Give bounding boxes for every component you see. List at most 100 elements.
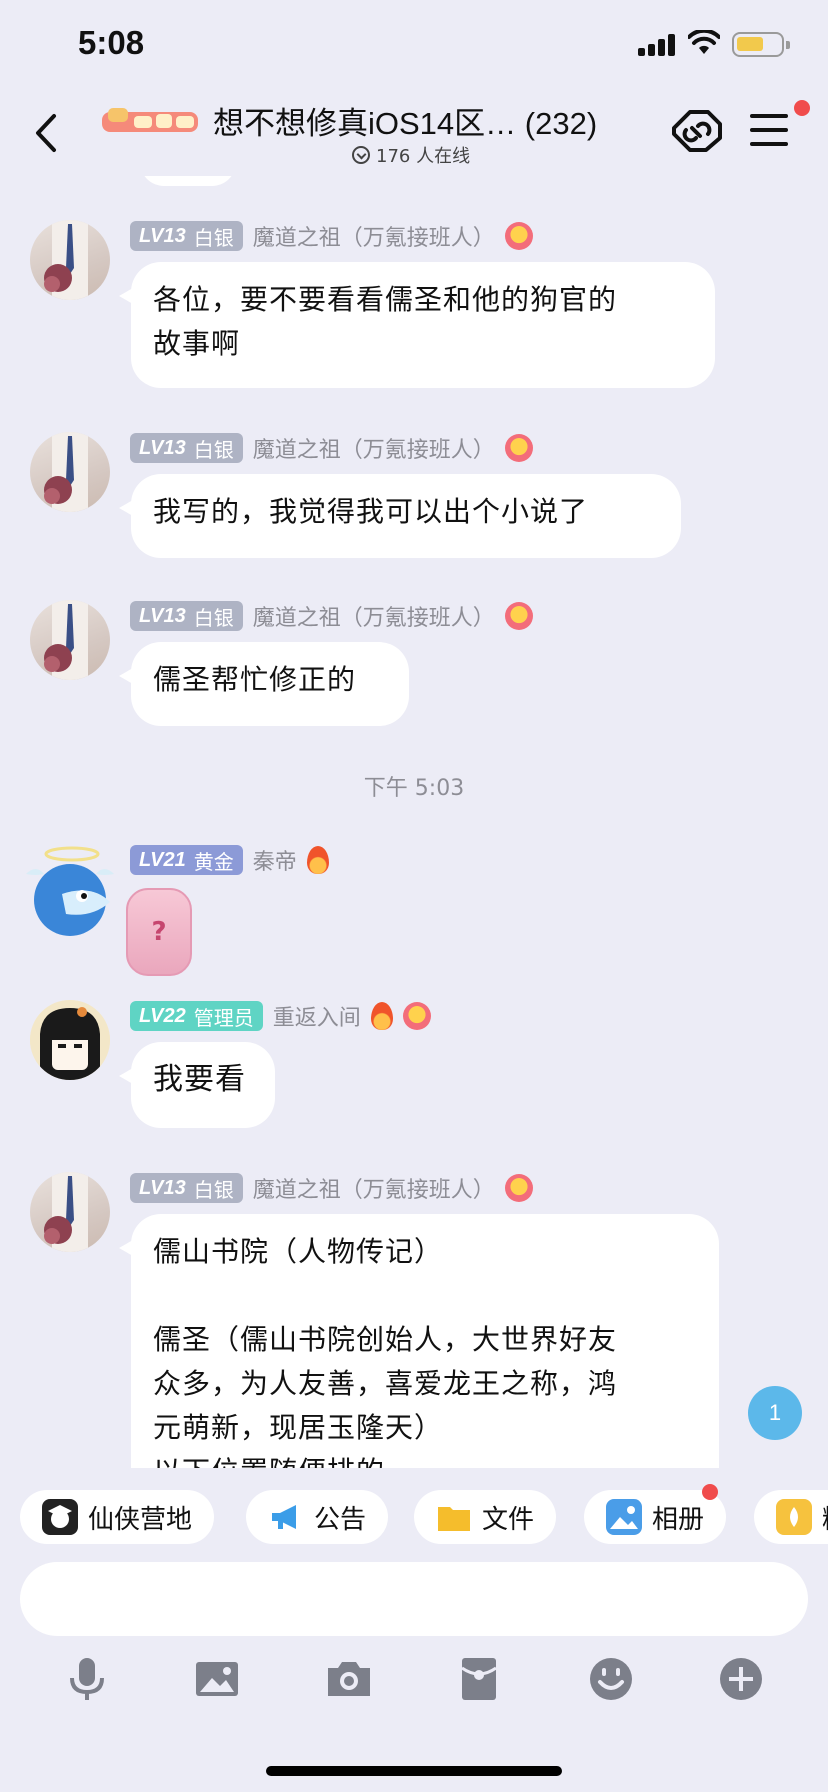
person-avatar-icon	[44, 432, 88, 512]
battery-icon	[732, 32, 790, 57]
level-badge: LV13 白银	[130, 221, 243, 251]
shortcut-files[interactable]: 文件	[414, 1490, 557, 1544]
person-avatar-icon	[44, 220, 88, 300]
shortcut-label: 相册	[652, 1504, 705, 1535]
home-indicator	[266, 1766, 562, 1776]
message-line: 众多，为人友善，喜爱龙王之称，鸿	[153, 1367, 618, 1400]
image-icon[interactable]	[192, 1654, 242, 1704]
game-logo-icon	[102, 108, 198, 132]
sender-name[interactable]: 魔道之祖（万氪接班人）	[253, 600, 495, 632]
level-badge: LV21 黄金	[130, 845, 243, 875]
level-text: LV21	[139, 848, 186, 871]
dolphin-angel-avatar-icon	[26, 846, 114, 936]
red-packet-icon[interactable]	[454, 1654, 504, 1704]
message-bubble[interactable]: 各位，要不要看看儒圣和他的狗官的 故事啊	[119, 262, 715, 388]
flower-badge-icon	[402, 1002, 431, 1030]
message-bubble[interactable]: 儒圣帮忙修正的	[119, 642, 409, 726]
flower-badge-icon	[504, 602, 533, 630]
flower-badge-icon	[504, 222, 533, 250]
input-toolbar	[0, 1646, 828, 1716]
sender-name[interactable]: 魔道之祖（万氪接班人）	[253, 432, 495, 464]
notification-dot	[794, 100, 810, 116]
person-avatar-icon	[44, 1172, 88, 1252]
sender-meta: LV13 白银 魔道之祖（万氪接班人）	[130, 1172, 533, 1204]
message-list[interactable]: LV13 白银 魔道之祖（万氪接班人） 各位，要不要看看儒圣和他的狗官的 故事啊…	[0, 176, 828, 1468]
message-line: 故事啊	[153, 327, 241, 360]
shortcut-label: 精	[822, 1499, 828, 1536]
sender-name[interactable]: 魔道之祖（万氪接班人）	[253, 1172, 495, 1204]
sender-name[interactable]: 重返入间	[273, 1000, 361, 1032]
message-line: 我要看	[153, 1062, 246, 1097]
camp-icon	[42, 1499, 78, 1535]
message-line: 以下位置随便排的	[153, 1450, 697, 1468]
avatar[interactable]	[30, 432, 110, 512]
camera-icon[interactable]	[324, 1654, 374, 1704]
flower-badge-icon	[504, 434, 533, 462]
rank-text: 管理员	[193, 1007, 254, 1030]
message-bubble[interactable]: 我要看	[119, 1042, 275, 1128]
fire-badge-icon	[370, 1002, 393, 1030]
status-time: 5:08	[78, 24, 145, 61]
back-chevron-icon[interactable]	[26, 108, 66, 158]
sender-meta: LV13 白银 魔道之祖（万氪接班人）	[130, 600, 533, 632]
shortcut-album[interactable]: 相册	[584, 1484, 727, 1544]
rank-text: 白银	[193, 439, 234, 462]
rank-text: 白银	[193, 1179, 234, 1202]
album-icon	[606, 1499, 642, 1535]
status-bar: 5:08	[0, 0, 828, 90]
anime-girl-avatar-icon	[30, 1000, 110, 1080]
sticker-message[interactable]: ?	[126, 888, 192, 976]
message-bubble[interactable]: 我写的，我觉得我可以出个小说了	[119, 474, 681, 558]
avatar[interactable]	[30, 220, 110, 300]
chat-header: 想不想修真iOS14区… (232) 176 人在线	[0, 90, 828, 176]
level-badge: LV22 管理员	[130, 1001, 263, 1031]
shortcut-label: 仙侠营地	[88, 1504, 193, 1535]
group-title[interactable]: 想不想修真iOS14区… (232)	[213, 98, 597, 143]
person-avatar-icon	[44, 600, 88, 680]
notification-dot	[702, 1484, 719, 1500]
online-count: 176 人在线	[376, 146, 471, 167]
avatar[interactable]	[22, 844, 118, 940]
level-text: LV22	[139, 1004, 186, 1027]
shortcut-announcement[interactable]: 公告	[246, 1490, 389, 1544]
emoji-icon[interactable]	[586, 1654, 636, 1704]
avatar[interactable]	[30, 1172, 110, 1252]
sender-meta: LV22 管理员 重返入间	[130, 1000, 431, 1032]
unread-count-badge[interactable]: 1	[748, 1386, 802, 1440]
plus-icon[interactable]	[716, 1654, 766, 1704]
menu-button[interactable]	[750, 112, 792, 148]
sender-name[interactable]: 秦帝	[253, 844, 297, 876]
flower-badge-icon	[504, 1174, 533, 1202]
avatar[interactable]	[30, 1000, 110, 1080]
time-divider: 下午 5:03	[363, 776, 465, 801]
cellular-signal-icon	[638, 34, 676, 56]
message-line	[153, 1274, 697, 1318]
rank-text: 白银	[193, 607, 234, 630]
fire-badge-icon	[306, 846, 329, 874]
level-text: LV13	[139, 1176, 186, 1199]
level-text: LV13	[139, 604, 186, 627]
message-bubble[interactable]: 儒山书院（人物传记） 儒圣（儒山书院创始人，大世界好友 众多，为人友善，喜爱龙王…	[119, 1214, 719, 1468]
level-text: LV13	[139, 436, 186, 459]
online-indicator: 176 人在线	[352, 142, 470, 168]
wifi-icon	[688, 30, 720, 54]
level-badge: LV13 白银	[130, 433, 243, 463]
level-badge: LV13 白银	[130, 1173, 243, 1203]
message-line: 儒山书院（人物传记）	[153, 1235, 444, 1268]
message-line: 儒圣（儒山书院创始人，大世界好友	[153, 1323, 618, 1356]
share-link-icon[interactable]	[668, 104, 726, 156]
shortcut-label: 公告	[314, 1504, 367, 1535]
level-text: LV13	[139, 224, 186, 247]
message-line: 元萌新，现居玉隆天）	[153, 1411, 444, 1444]
sender-meta: LV13 白银 魔道之祖（万氪接班人）	[130, 220, 533, 252]
message-input[interactable]	[20, 1562, 808, 1636]
message-bubble	[140, 176, 236, 186]
chevron-circle-icon	[352, 146, 370, 164]
sender-name[interactable]: 魔道之祖（万氪接班人）	[253, 220, 495, 252]
avatar[interactable]	[30, 600, 110, 680]
sender-meta: LV13 白银 魔道之祖（万氪接班人）	[130, 432, 533, 464]
shortcut-more[interactable]: 精	[754, 1490, 828, 1544]
shortcut-bar: 仙侠营地 公告 文件 相册 精	[0, 1468, 828, 1564]
microphone-icon[interactable]	[62, 1654, 112, 1704]
shortcut-camp[interactable]: 仙侠营地	[20, 1490, 215, 1544]
